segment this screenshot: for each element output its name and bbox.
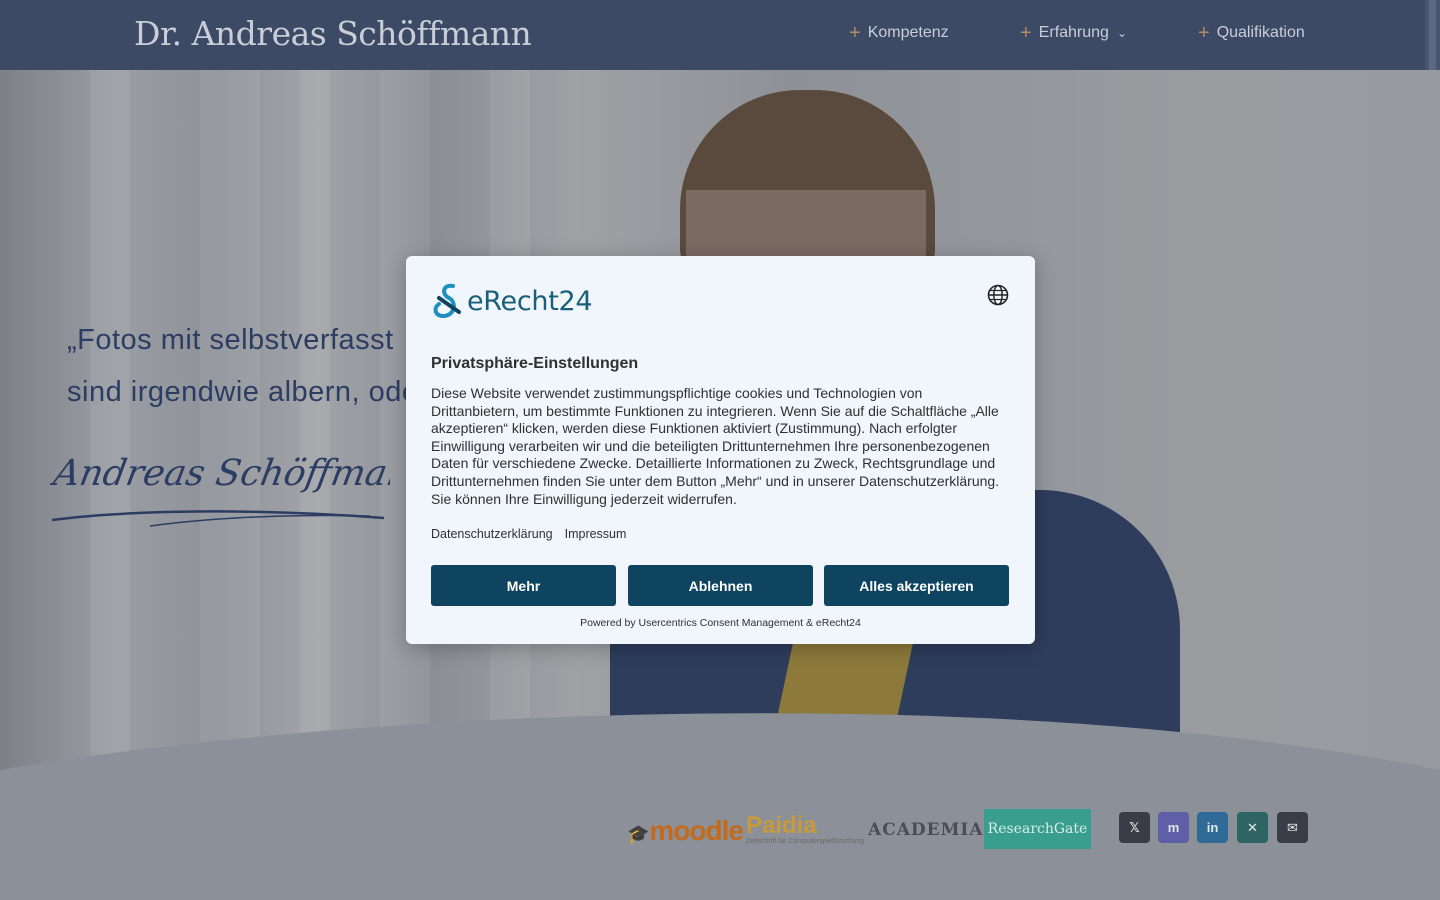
more-button[interactable]: Mehr [431,565,616,606]
plus-icon: + [1020,22,1032,44]
consent-dialog: eRecht24 Privatsphäre-Einstellungen Dies… [406,256,1035,644]
scrollbar-thumb[interactable] [1429,0,1436,70]
moodle-logo[interactable]: 🎓moodle [627,815,744,847]
svg-text:Andreas Schöffmann: Andreas Schöffmann [50,451,390,494]
background-stripe [300,70,330,770]
hero-quote-line2: sind irgendwie albern, ode [67,376,419,408]
xing-icon[interactable]: ✕ [1237,812,1268,843]
page-scrollbar[interactable] [1425,0,1440,70]
privacy-policy-link[interactable]: Datenschutzerklärung [431,527,553,541]
plus-icon: + [849,22,861,44]
site-header: Dr. Andreas Schöffmann + Kompetenz + Erf… [0,0,1440,70]
mail-icon[interactable]: ✉ [1277,812,1308,843]
imprint-link[interactable]: Impressum [565,527,627,541]
consent-links: Datenschutzerklärung Impressum [431,527,626,541]
background-stripe [200,70,260,770]
accept-all-button[interactable]: Alles akzeptieren [824,565,1009,606]
linkedin-icon[interactable]: in [1197,812,1228,843]
erecht24-logo: eRecht24 [431,282,593,320]
nav-label: Kompetenz [867,24,949,41]
mastodon-icon[interactable]: m [1158,812,1189,843]
researchgate-button[interactable]: ResearchGate [984,809,1091,849]
academia-logo[interactable]: ACADEMIA [868,820,984,840]
background-stripe [90,70,130,770]
chevron-down-icon: ⌄ [1116,26,1128,40]
nav-item-qualifikation[interactable]: + Qualifikation [1198,22,1305,44]
paidia-logo[interactable]: Paidia Zeitschrift für Computerspielfors… [746,812,864,845]
moodle-label: moodle [649,815,744,846]
paidia-label: Paidia [746,812,817,839]
signature-image: Andreas Schöffmann [50,451,390,527]
decline-button[interactable]: Ablehnen [628,565,813,606]
site-logo[interactable]: Dr. Andreas Schöffmann [134,14,532,53]
graduation-cap-icon: 🎓 [627,824,649,844]
nav-label: Erfahrung [1038,24,1109,41]
brand-name: eRecht24 [467,285,593,317]
nav-item-kompetenz[interactable]: + Kompetenz [849,22,949,44]
paidia-subtitle: Zeitschrift für Computerspielforschung [746,838,865,845]
bottom-band [0,713,1440,900]
consent-title: Privatsphäre-Einstellungen [431,355,639,372]
x-icon[interactable]: 𝕏 [1119,812,1150,843]
nav-label: Qualifikation [1216,24,1305,41]
powered-by-text: Powered by Usercentrics Consent Manageme… [580,617,861,629]
consent-body: Diese Website verwendet zustimmungspflic… [431,385,1000,507]
erecht24-mark-icon [433,283,461,319]
plus-icon: + [1198,22,1210,44]
nav-item-erfahrung[interactable]: + Erfahrung ⌄ [1020,22,1128,44]
hero-quote-line1: „Fotos mit selbstverfasst [67,324,394,356]
globe-icon[interactable] [987,284,1009,306]
